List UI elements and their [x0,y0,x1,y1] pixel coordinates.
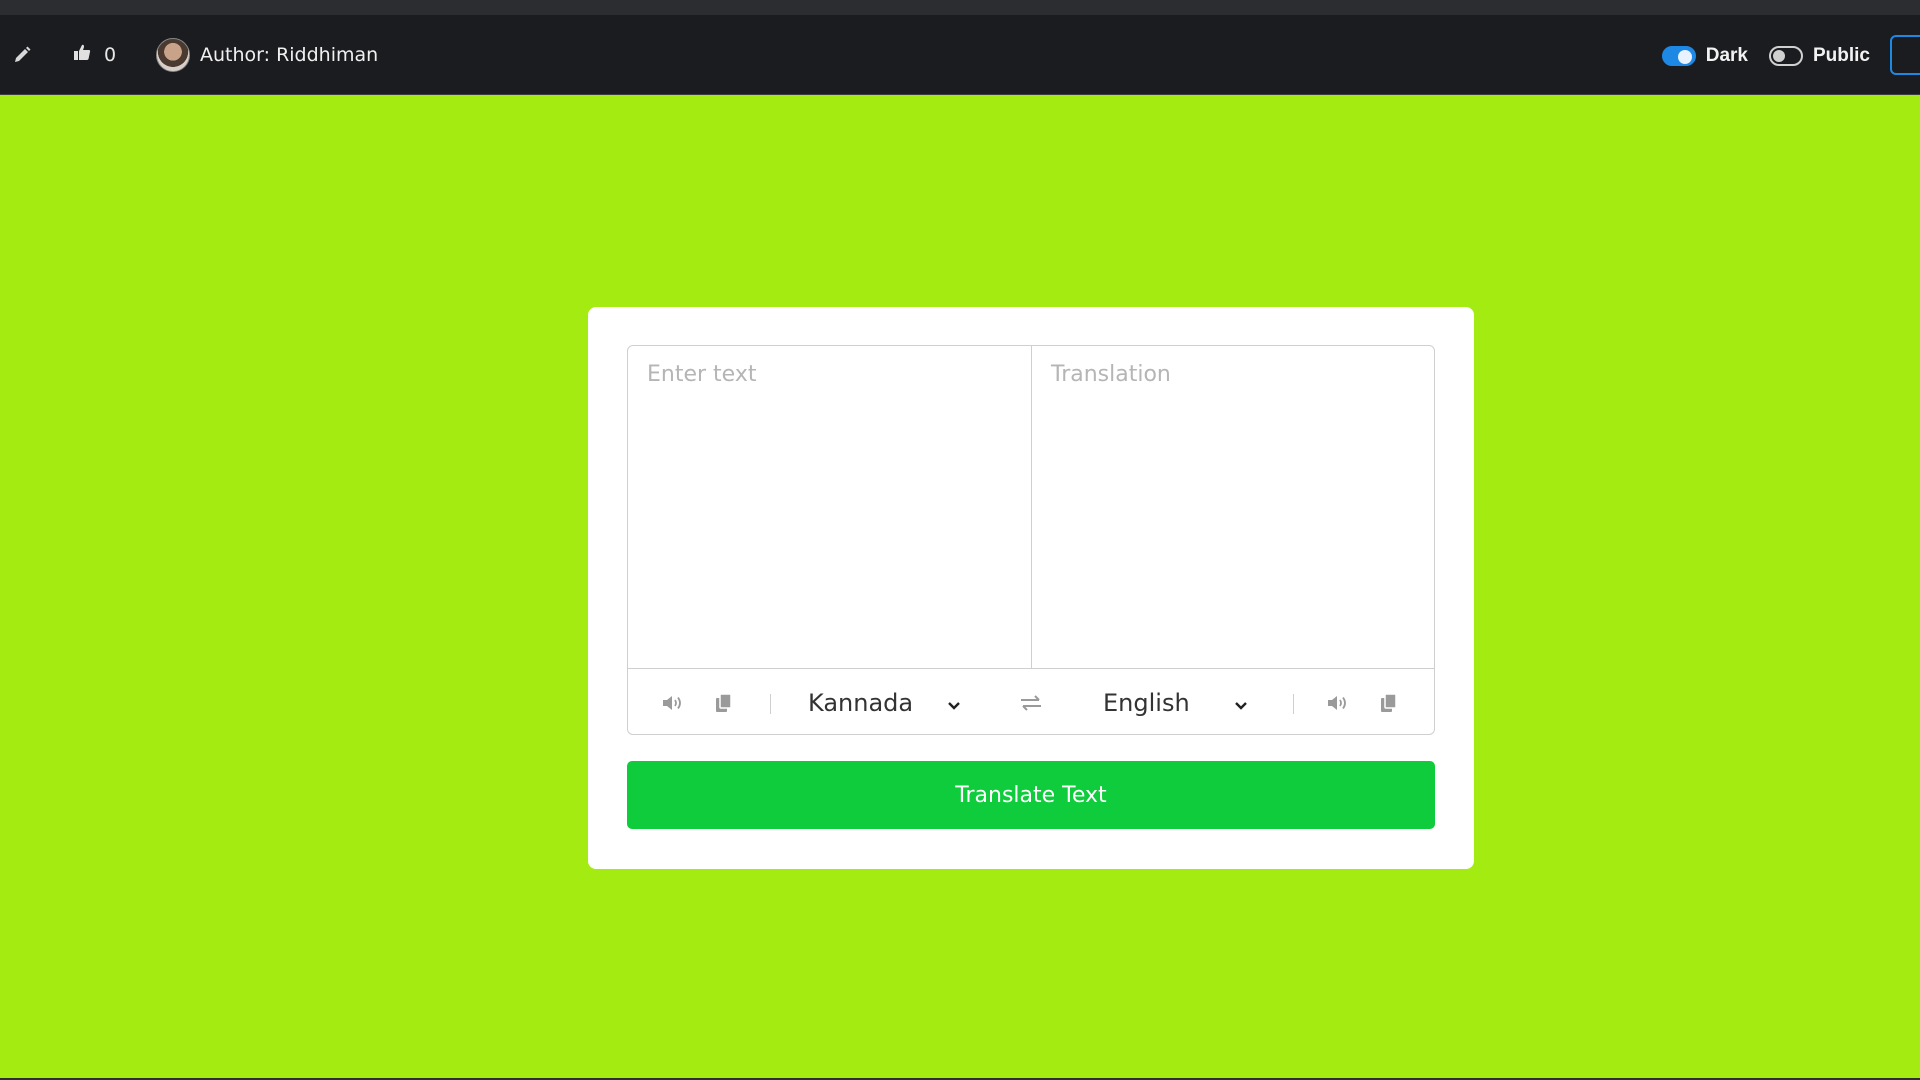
copy-icon[interactable] [1380,669,1398,734]
translator-controls: Kannada English [628,668,1434,734]
top-header-bar: 0 Author: Riddhiman Dark Public [0,15,1920,95]
dark-mode-label: Dark [1705,45,1748,66]
like-count: 0 [104,43,117,66]
source-text-input[interactable]: Enter text [628,346,1032,668]
dark-mode-toggle-group[interactable]: Dark [1661,45,1748,67]
volume-icon[interactable] [1326,669,1350,734]
translation-output[interactable]: Translation [1032,346,1434,668]
public-label: Public [1812,45,1870,66]
avatar[interactable] [156,38,190,72]
like-group[interactable]: 0 [72,42,116,67]
dark-mode-toggle[interactable] [1661,46,1696,66]
public-toggle-group[interactable]: Public [1768,45,1870,67]
divider [1293,694,1294,714]
copy-icon[interactable] [715,669,733,734]
translator-card: Enter text Translation Kannada English T… [588,307,1474,869]
thumbs-up-icon[interactable] [72,42,92,67]
toggle-knob [1772,50,1785,62]
target-language-select[interactable]: English [1103,669,1248,734]
exchange-icon[interactable] [1019,669,1043,734]
translator-wrapper: Enter text Translation Kannada English [627,345,1435,735]
target-language-value: English [1103,689,1190,717]
author-info[interactable]: Author: Riddhiman [156,38,378,72]
toggle-knob [1677,50,1692,64]
source-placeholder: Enter text [647,362,757,387]
chevron-down-icon [1234,689,1248,717]
divider [770,694,771,714]
source-language-value: Kannada [808,689,914,717]
volume-icon[interactable] [661,669,685,734]
source-language-select[interactable]: Kannada [808,669,961,734]
pencil-icon[interactable] [12,45,32,65]
translate-button[interactable]: Translate Text [627,761,1435,829]
header-action-button[interactable] [1890,35,1920,75]
public-toggle[interactable] [1768,46,1803,66]
browser-top-strip [0,0,1920,15]
translation-placeholder: Translation [1051,362,1171,387]
header-right-controls: Dark Public [1320,35,1920,75]
chevron-down-icon [947,689,961,717]
author-name: Author: Riddhiman [200,44,379,66]
